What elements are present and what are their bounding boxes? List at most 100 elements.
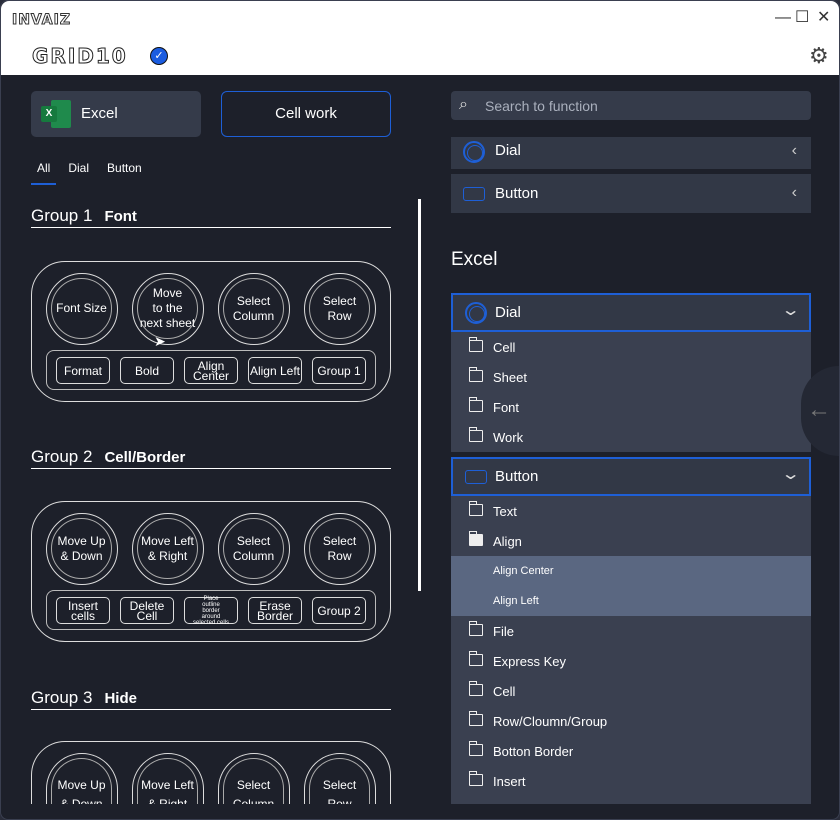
- button-icon: [463, 187, 485, 201]
- folder-item[interactable]: Row/Cloumn/Group: [451, 706, 811, 736]
- key-button[interactable]: Place outline border around selected cel…: [184, 596, 238, 626]
- dial-knob[interactable]: Move Up & Down: [46, 513, 118, 585]
- button-accordion-header[interactable]: Button ⌄: [451, 457, 811, 496]
- dial-label: Move Left & Right: [137, 758, 198, 811]
- folder-item[interactable]: Align: [451, 526, 811, 556]
- category-label: Button: [495, 185, 539, 202]
- folder-item[interactable]: Sheet: [451, 362, 811, 392]
- dial-label: Select Column: [223, 758, 284, 811]
- folder-item[interactable]: Botton Border: [451, 736, 811, 766]
- app-selector-button[interactable]: X Excel: [31, 91, 201, 137]
- key-button[interactable]: Align Left: [248, 357, 302, 384]
- folder-label: Text: [493, 504, 517, 519]
- group-header: Group 3 Hide: [31, 688, 391, 710]
- folder-item[interactable]: Text: [451, 496, 811, 526]
- folder-label: Align: [493, 534, 522, 549]
- button-row: Insert cells Delete Cell Place outline bor…: [46, 590, 376, 630]
- group-name: Group 3: [31, 688, 93, 707]
- category-label: Dial: [495, 142, 521, 159]
- key-button[interactable]: Format: [56, 357, 110, 384]
- key-button[interactable]: Bold: [120, 357, 174, 384]
- verified-check-icon: ✓: [150, 47, 168, 65]
- folder-item[interactable]: Insert: [451, 766, 811, 796]
- app-label: Excel: [81, 105, 118, 122]
- folder-label: Cell: [493, 340, 516, 355]
- gear-icon[interactable]: ⚙: [809, 44, 829, 68]
- dial-knob[interactable]: Font Size: [46, 273, 118, 345]
- dial-label: Move Up & Down: [51, 518, 112, 579]
- function-item[interactable]: Align Center: [451, 556, 811, 586]
- dial-icon: [463, 141, 485, 163]
- close-button[interactable]: ✕: [817, 10, 830, 26]
- folder-icon: [469, 741, 483, 756]
- dial-knob[interactable]: Select Column: [218, 273, 290, 345]
- dial-knob[interactable]: Select Column: [218, 513, 290, 585]
- folder-label: Botton Border: [493, 744, 574, 759]
- dial-knob[interactable]: Select Row: [304, 513, 376, 585]
- dial-label: Select Row: [309, 518, 370, 579]
- folder-item[interactable]: Work: [451, 422, 811, 452]
- folder-item[interactable]: Cell: [451, 332, 811, 362]
- folder-item[interactable]: File: [451, 616, 811, 646]
- dial-knob[interactable]: Select Row: [304, 273, 376, 345]
- dial-knob[interactable]: Move Left & Right: [132, 753, 204, 811]
- folder-item[interactable]: Express Key: [451, 646, 811, 676]
- dial-label: Font Size: [51, 278, 112, 339]
- search-input[interactable]: [485, 91, 805, 120]
- arrow-left-icon: ←: [807, 396, 831, 423]
- excel-icon: X: [41, 100, 71, 128]
- dial-label: Select Column: [223, 278, 284, 339]
- tab-dial[interactable]: Dial: [62, 159, 95, 185]
- key-button[interactable]: Align Center: [184, 357, 238, 384]
- dial-label: Select Column: [223, 518, 284, 579]
- search-box[interactable]: ⌕: [451, 91, 811, 120]
- scroll-clip: [1, 804, 421, 819]
- button-icon: [465, 470, 487, 484]
- product-logo: GRID10: [32, 44, 128, 69]
- minimize-button[interactable]: —: [775, 10, 791, 26]
- folder-label: Sheet: [493, 370, 527, 385]
- folder-label: Row/Cloumn/Group: [493, 714, 608, 729]
- group-description: Font: [104, 208, 137, 225]
- key-button[interactable]: Group 1: [312, 357, 366, 384]
- app-window: INVAIZ GRID10 ✓ — ☐ ✕ ⚙ X Excel Cell wor…: [0, 0, 840, 820]
- dial-knob[interactable]: Select Row: [304, 753, 376, 811]
- function-item[interactable]: Align Left: [451, 586, 811, 616]
- accordion-label: Dial: [495, 304, 521, 321]
- group-name: Group 2: [31, 447, 93, 466]
- tab-button[interactable]: Button: [101, 159, 148, 185]
- dial-label: Select Row: [309, 278, 370, 339]
- category-dial[interactable]: Dial ‹: [451, 137, 811, 169]
- group-name: Group 1: [31, 206, 93, 225]
- dial-knob[interactable]: Move Up & Down: [46, 753, 118, 811]
- folder-icon: [469, 681, 483, 696]
- cell-work-button[interactable]: Cell work: [221, 91, 391, 137]
- folder-icon: [469, 427, 483, 442]
- key-button[interactable]: Group 2: [312, 597, 366, 624]
- device-layout: Font Size Move to the next sheet Select Co…: [31, 261, 391, 402]
- device-layout: Move Up & Down Move Left & Right Select Co…: [31, 741, 391, 811]
- group-header: Group 1 Font: [31, 206, 391, 228]
- button-row: Format Bold Align Center Align Left Group 1: [46, 350, 376, 390]
- section-title: Excel: [451, 249, 498, 270]
- dial-label: Move to the next sheet: [137, 278, 198, 339]
- scrollbar[interactable]: [418, 199, 421, 591]
- tab-all[interactable]: All: [31, 159, 57, 185]
- dial-knob[interactable]: Move to the next sheet: [132, 273, 204, 345]
- folder-item[interactable]: Font: [451, 392, 811, 422]
- dial-label: Select Row: [309, 758, 370, 811]
- dial-knob[interactable]: Select Column: [218, 753, 290, 811]
- folder-item[interactable]: Cell: [451, 676, 811, 706]
- dial-accordion-header[interactable]: Dial ⌄: [451, 293, 811, 332]
- key-button[interactable]: Delete Cell: [120, 597, 174, 624]
- chevron-left-icon: ‹: [791, 184, 797, 201]
- folder-icon: [469, 621, 483, 636]
- dial-knob[interactable]: Move Left & Right: [132, 513, 204, 585]
- key-button[interactable]: Insert cells: [56, 597, 110, 624]
- category-button[interactable]: Button ‹: [451, 174, 811, 213]
- maximize-button[interactable]: ☐: [795, 10, 809, 26]
- brand-logo: INVAIZ: [11, 12, 72, 29]
- key-button[interactable]: Erase Border: [248, 597, 302, 624]
- folder-label: Font: [493, 400, 520, 415]
- chevron-down-icon: ⌄: [780, 466, 801, 483]
